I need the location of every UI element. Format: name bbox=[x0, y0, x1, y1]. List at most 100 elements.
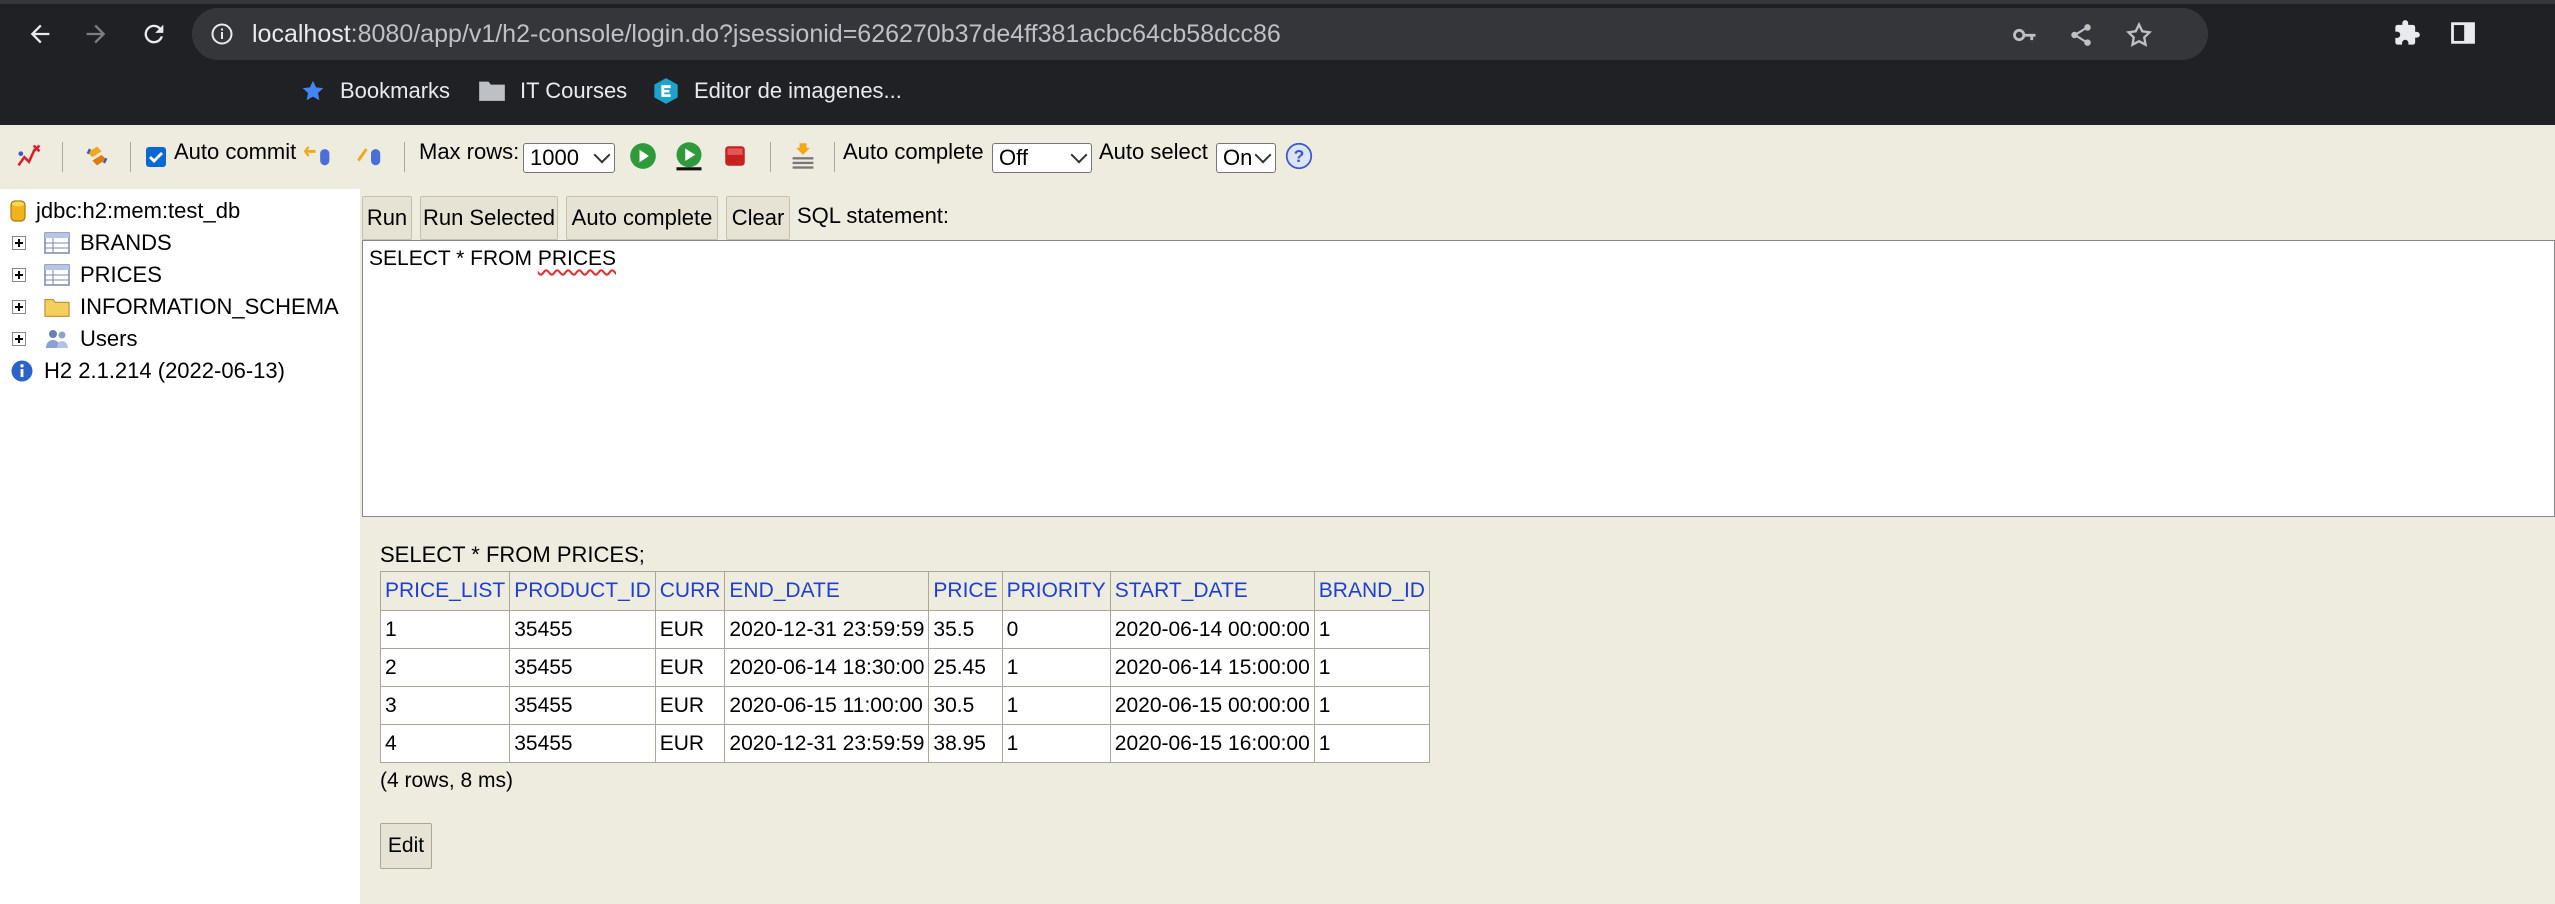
disconnect-icon[interactable] bbox=[14, 141, 44, 171]
refresh-icon[interactable] bbox=[82, 141, 112, 171]
table-cell: 2020-06-15 11:00:00 bbox=[724, 686, 930, 725]
column-header-start-date[interactable]: START_DATE bbox=[1109, 571, 1315, 611]
schema-tree: jdbc:h2:mem:test_db BRANDS PRICES INFORM… bbox=[0, 189, 360, 904]
key-icon[interactable] bbox=[2010, 20, 2040, 50]
forward-button[interactable] bbox=[76, 14, 116, 54]
max-rows-select[interactable]: 1000 bbox=[523, 143, 615, 173]
commit-icon[interactable] bbox=[356, 141, 386, 171]
forward-arrow-icon bbox=[86, 24, 106, 44]
table-cell: 3 bbox=[379, 686, 511, 725]
auto-complete-select[interactable]: Off bbox=[992, 143, 1092, 173]
run-icon[interactable] bbox=[628, 141, 658, 171]
tree-item-label: BRANDS bbox=[80, 230, 172, 255]
reload-icon bbox=[144, 24, 164, 44]
table-cell: 35455 bbox=[509, 724, 656, 763]
table-cell: EUR bbox=[654, 686, 726, 725]
table-cell: 1 bbox=[1001, 686, 1111, 725]
table-cell: 1 bbox=[1313, 724, 1430, 763]
column-header-price[interactable]: PRICE bbox=[928, 571, 1003, 611]
edit-button[interactable]: Edit bbox=[380, 823, 432, 869]
sql-editor[interactable]: SELECT * FROM PRICES bbox=[362, 240, 2555, 517]
result-statement: SELECT * FROM PRICES; bbox=[380, 542, 645, 567]
run-selected-icon[interactable] bbox=[674, 141, 704, 171]
column-header-product-id[interactable]: PRODUCT_ID bbox=[509, 571, 656, 611]
share-icon[interactable] bbox=[2066, 20, 2096, 50]
auto-commit-label: Auto commit bbox=[174, 139, 297, 164]
tree-item-information-schema[interactable]: INFORMATION_SCHEMA bbox=[12, 292, 339, 322]
bookmark-label: IT Courses bbox=[520, 78, 628, 103]
auto-select-select[interactable]: On bbox=[1216, 143, 1276, 173]
run-selected-button[interactable]: Run Selected bbox=[420, 196, 558, 240]
table-cell: EUR bbox=[654, 610, 726, 649]
bookmark-item-bookmarks[interactable]: Bookmarks bbox=[300, 72, 450, 110]
site-info-icon[interactable] bbox=[210, 22, 234, 51]
table-cell: 2020-06-15 00:00:00 bbox=[1109, 686, 1315, 725]
star-icon bbox=[302, 80, 324, 101]
column-header-priority[interactable]: PRIORITY bbox=[1001, 571, 1111, 611]
result-table: PRICE_LIST PRODUCT_ID CURR END_DATE PRICE PRI… bbox=[379, 571, 1430, 763]
sql-text: SELECT * FROM PRICES bbox=[369, 247, 616, 270]
tree-item-brands[interactable]: BRANDS bbox=[12, 228, 172, 258]
table-cell: 38.95 bbox=[928, 724, 1003, 763]
expand-icon[interactable] bbox=[12, 268, 26, 282]
table-cell: 4 bbox=[379, 724, 511, 763]
table-cell: 35455 bbox=[509, 686, 656, 725]
reload-button[interactable] bbox=[134, 14, 174, 54]
table-cell: 1 bbox=[1313, 610, 1430, 649]
sql-statement-label: SQL statement: bbox=[797, 203, 950, 228]
table-cell: 2020-06-14 00:00:00 bbox=[1109, 610, 1315, 649]
table-cell: 25.45 bbox=[928, 648, 1003, 687]
column-header-curr[interactable]: CURR bbox=[654, 571, 726, 611]
auto-complete-value: Off bbox=[999, 145, 1028, 170]
bookmark-star-icon[interactable] bbox=[2124, 20, 2154, 50]
auto-select-value: On bbox=[1223, 145, 1253, 170]
stop-icon[interactable] bbox=[720, 141, 750, 171]
tree-item-label: Users bbox=[80, 326, 138, 351]
toolbar-separator bbox=[834, 142, 835, 172]
auto-commit-checkbox[interactable] bbox=[146, 147, 166, 167]
expand-icon[interactable] bbox=[12, 236, 26, 250]
table-cell: 1 bbox=[1313, 648, 1430, 687]
table-icon bbox=[44, 230, 70, 256]
auto-select-label: Auto select bbox=[1099, 139, 1208, 164]
bookmark-item-it-courses[interactable]: IT Courses bbox=[478, 72, 627, 110]
history-icon[interactable] bbox=[788, 141, 818, 171]
result-header-row: PRICE_LIST PRODUCT_ID CURR END_DATE PRICE PRI… bbox=[379, 571, 1430, 611]
table-cell: 2020-06-15 16:00:00 bbox=[1109, 724, 1315, 763]
tree-item-users[interactable]: Users bbox=[12, 324, 137, 354]
extensions-icon[interactable] bbox=[2390, 16, 2424, 50]
expand-icon[interactable] bbox=[12, 300, 26, 314]
table-cell: 35455 bbox=[509, 648, 656, 687]
database-icon bbox=[10, 198, 26, 224]
table-cell: 35455 bbox=[509, 610, 656, 649]
run-button[interactable]: Run bbox=[362, 196, 412, 240]
table-cell: EUR bbox=[654, 724, 726, 763]
auto-complete-button[interactable]: Auto complete bbox=[566, 196, 718, 240]
table-icon bbox=[44, 262, 70, 288]
help-glyph: ? bbox=[1294, 146, 1305, 166]
column-header-price-list[interactable]: PRICE_LIST bbox=[379, 571, 511, 611]
table-cell: EUR bbox=[654, 648, 726, 687]
column-header-end-date[interactable]: END_DATE bbox=[724, 571, 930, 611]
table-cell: 30.5 bbox=[928, 686, 1003, 725]
toolbar-separator bbox=[770, 142, 771, 172]
chevron-down-icon bbox=[1070, 146, 1088, 164]
info-icon bbox=[10, 358, 34, 384]
side-panel-icon[interactable] bbox=[2446, 16, 2480, 50]
tree-connection[interactable]: jdbc:h2:mem:test_db bbox=[10, 196, 240, 226]
bookmark-item-editor[interactable]: Editor de imagenes... bbox=[652, 72, 902, 110]
max-rows-label: Max rows: bbox=[419, 139, 520, 164]
help-icon[interactable]: ? bbox=[1284, 141, 1314, 171]
address-bar[interactable]: localhost:8080/app/v1/h2-console/login.d… bbox=[192, 8, 2208, 60]
table-cell: 1 bbox=[379, 610, 511, 649]
rollback-icon[interactable] bbox=[304, 141, 334, 171]
clear-button[interactable]: Clear bbox=[726, 196, 790, 240]
back-button[interactable] bbox=[20, 14, 60, 54]
max-rows-value: 1000 bbox=[530, 145, 579, 170]
version-label: H2 2.1.214 (2022-06-13) bbox=[44, 358, 285, 383]
table-row: 4 35455 EUR 2020-12-31 23:59:59 38.95 1 2020-0… bbox=[379, 724, 1430, 763]
browser-chrome: localhost:8080/app/v1/h2-console/login.d… bbox=[0, 0, 2555, 125]
column-header-brand-id[interactable]: BRAND_ID bbox=[1313, 571, 1430, 611]
tree-item-prices[interactable]: PRICES bbox=[12, 260, 162, 290]
expand-icon[interactable] bbox=[12, 332, 26, 346]
